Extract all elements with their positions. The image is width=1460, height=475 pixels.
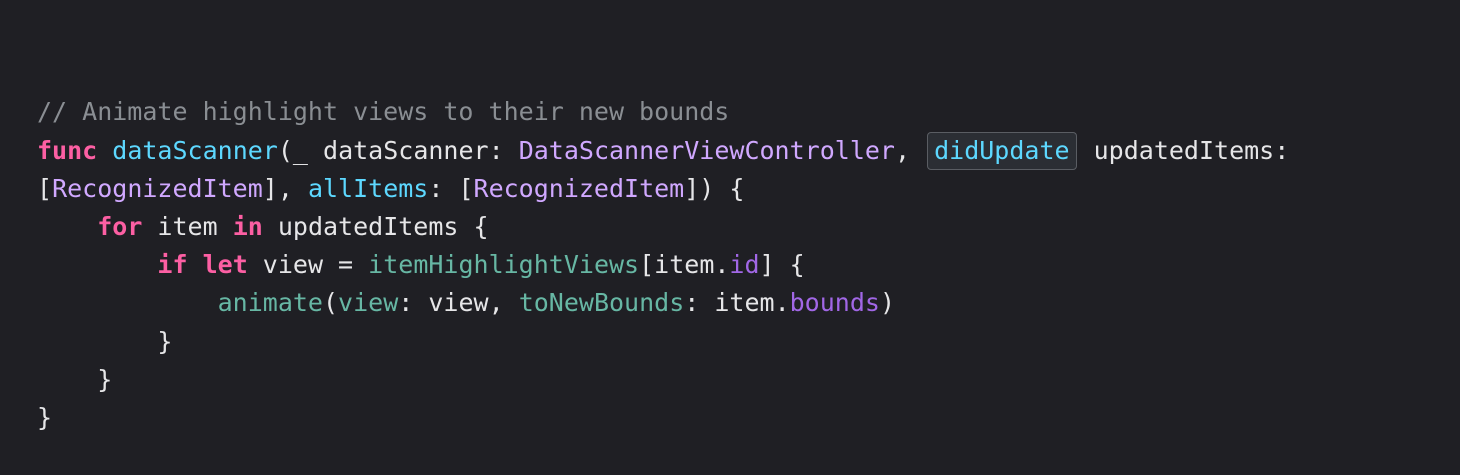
code-lines: // Animate highlight views to their new … — [37, 93, 1460, 437]
code-token: : view, — [398, 288, 519, 318]
code-token: let — [202, 250, 248, 280]
code-token: // Animate highlight views to their new … — [37, 97, 730, 127]
code-token: for — [97, 211, 143, 241]
code-line: // Animate highlight views to their new … — [37, 93, 1460, 131]
code-line: } — [37, 361, 1460, 399]
code-token: updatedItems: — [1078, 135, 1290, 165]
code-token: animate — [217, 288, 323, 318]
code-token: item — [142, 211, 233, 241]
code-token: : item. — [684, 288, 790, 318]
code-line: for item in updatedItems { — [37, 208, 1460, 246]
code-token: : [ — [428, 173, 474, 203]
code-editor[interactable]: // Animate highlight views to their new … — [0, 0, 1460, 432]
code-line: } — [37, 399, 1460, 437]
code-token: in — [232, 211, 263, 241]
code-token: func — [37, 135, 98, 165]
code-line: if let view = itemHighlightViews[item.id… — [37, 246, 1460, 284]
code-line: [RecognizedItem], allItems: [RecognizedI… — [37, 170, 1460, 208]
code-token: } — [37, 326, 173, 356]
code-token: [ — [37, 173, 53, 203]
code-token: ], — [262, 173, 308, 203]
code-token: ]) { — [684, 173, 745, 203]
code-token: RecognizedItem — [473, 173, 685, 203]
code-token: [item. — [639, 250, 730, 280]
code-token: if — [157, 250, 188, 280]
code-token: view — [338, 288, 399, 318]
code-token: } — [37, 402, 53, 432]
code-token: } — [37, 364, 113, 394]
code-token: ( — [322, 288, 339, 318]
code-token: DataScannerViewController — [518, 135, 895, 165]
code-token: ] { — [759, 250, 805, 280]
code-token: toNewBounds — [518, 288, 685, 318]
code-token: , — [894, 135, 926, 165]
code-token: (_ dataScanner: — [277, 135, 519, 165]
code-token: ) — [879, 288, 895, 318]
code-token: itemHighlightViews — [368, 250, 640, 280]
code-line: animate(view: view, toNewBounds: item.bo… — [37, 284, 1460, 322]
code-token: view = — [247, 250, 369, 280]
code-line: func dataScanner(_ dataScanner: DataScan… — [37, 131, 1460, 170]
code-token: bounds — [789, 288, 880, 318]
highlighted-token[interactable]: didUpdate — [927, 131, 1077, 170]
code-token: id — [729, 250, 760, 280]
code-token: RecognizedItem — [52, 173, 263, 203]
code-token: dataScanner — [112, 135, 278, 165]
code-token: allItems — [307, 173, 429, 203]
code-token: updatedItems { — [262, 211, 489, 241]
code-line: } — [37, 323, 1460, 361]
